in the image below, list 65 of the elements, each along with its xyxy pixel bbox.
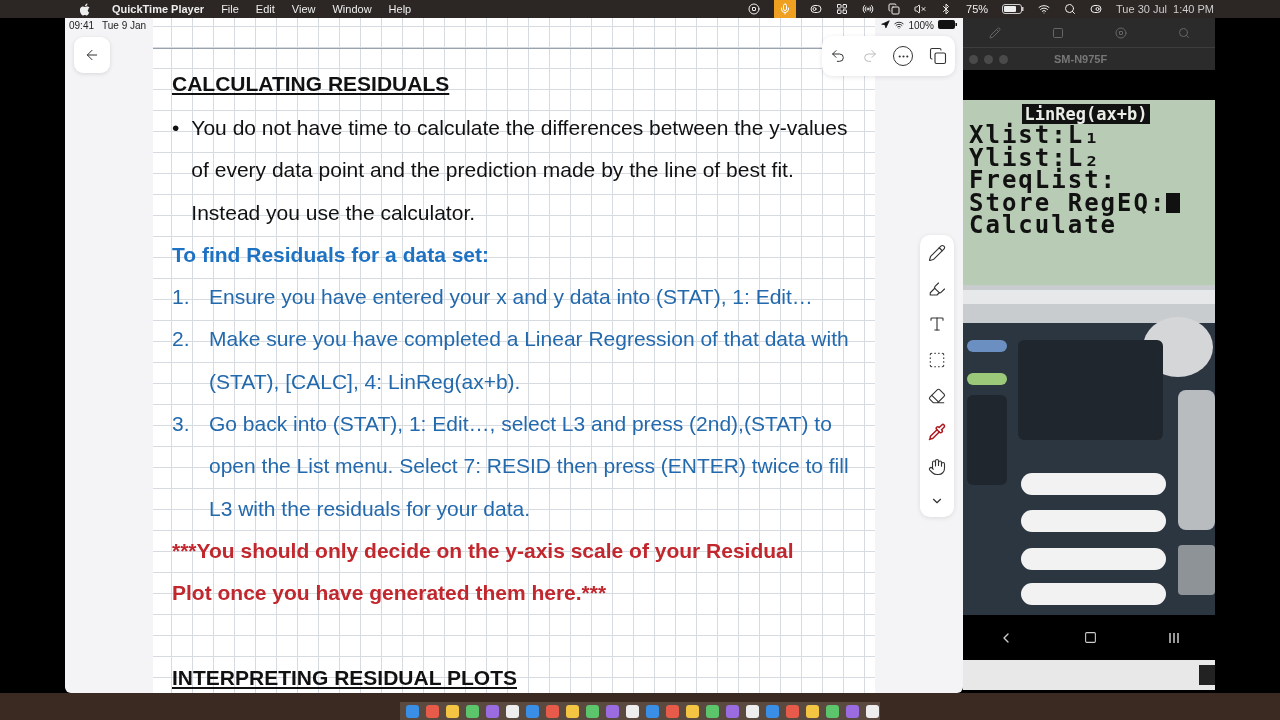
bullet-text: You do not have time to calculate the differences between the y-values of every data point and the prediction made by the line of best fit. Instead you use the calculator. <box>191 115 849 226</box>
step-number: 2. <box>172 326 191 353</box>
battery-icon <box>938 20 957 29</box>
location-icon <box>881 20 891 29</box>
search-icon <box>1064 3 1077 15</box>
dock-drawing[interactable] <box>400 702 880 720</box>
pen-icon[interactable] <box>928 243 946 262</box>
highlighter-icon[interactable] <box>928 279 946 298</box>
cursor-icon <box>1166 192 1181 213</box>
battery-percentage: 100% <box>908 20 934 31</box>
screen-line: Xlist:L₁ <box>969 124 1101 147</box>
screen-header: LinReg(ax+b) <box>1021 104 1151 124</box>
step-number: 3. <box>172 411 191 438</box>
record-icon[interactable] <box>1114 26 1127 39</box>
stop-recording-icon[interactable] <box>748 3 761 15</box>
menu-item[interactable]: View <box>291 3 316 15</box>
hand-icon[interactable] <box>928 458 946 477</box>
battery-icon <box>1002 4 1025 14</box>
section-heading: CALCULATING RESIDUALS <box>172 72 450 95</box>
menu-bar-date: Tue 30 Jul <box>1116 3 1168 15</box>
back-button[interactable] <box>74 37 110 73</box>
step-number: 1. <box>172 284 191 311</box>
warning-text: ***You should only decide on the y-axis scale of your Residual Plot once you have generated them here.*** <box>172 537 795 607</box>
app-menu[interactable]: QuickTime Player <box>112 3 205 15</box>
undo-button[interactable] <box>829 48 846 64</box>
menu-item[interactable]: Help <box>388 3 412 15</box>
windows-icon <box>888 3 901 15</box>
section-heading: INTERPRETING RESIDUAL PLOTS <box>172 665 517 689</box>
step-text: Ensure you have entered your x and y data into (STAT), 1: Edit… <box>209 284 814 311</box>
screen-line: FreqList: <box>969 169 1118 192</box>
home-nav-icon[interactable] <box>1084 631 1098 644</box>
scroll-thumb <box>1199 665 1215 685</box>
microphone-indicator[interactable] <box>774 0 797 18</box>
pages-icon <box>929 47 948 65</box>
grid-icon <box>836 3 849 15</box>
mute-icon <box>914 3 927 15</box>
wifi-icon <box>1038 3 1051 15</box>
screen-line: Ylist:L₂ <box>969 146 1101 169</box>
color-picker-icon[interactable] <box>928 422 946 441</box>
step-text: Make sure you have completed a Linear Regression of that data with (STAT), [CALC], 4: LinReg(ax+b). <box>209 326 850 395</box>
status-date: Tue 9 Jan <box>102 20 147 31</box>
menu-item[interactable]: File <box>221 3 239 15</box>
eraser-icon[interactable] <box>928 386 946 405</box>
wifi-icon <box>894 20 905 30</box>
toggle-icon <box>810 3 823 15</box>
lasso-select-icon[interactable] <box>928 351 946 370</box>
subheading: To find Residuals for a data set: <box>172 241 490 268</box>
control-center-icon <box>1090 3 1103 15</box>
pages-button[interactable] <box>929 47 948 65</box>
recents-nav-icon[interactable] <box>1167 631 1180 644</box>
window-title: SM-N975F <box>1054 53 1108 66</box>
menu-bar-time: 1:40 PM <box>1173 3 1214 15</box>
broadcast-icon <box>862 3 875 15</box>
menu-item[interactable]: Window <box>332 3 372 15</box>
screen-line: Calculate <box>969 214 1118 237</box>
microphone-icon <box>779 3 792 15</box>
battery-percentage: 75% <box>966 3 989 15</box>
undo-icon <box>829 48 846 64</box>
redo-icon <box>861 48 878 64</box>
bullet-icon: • <box>172 107 180 234</box>
step-text: Go back into (STAT), 1: Edit…, select L3 and press (2nd),(STAT) to open the List menu. Select 7: RESID then press (ENTER) twice to fill L3 with the residuals for your data. <box>209 411 850 522</box>
status-time: 09:41 <box>69 20 95 31</box>
apple-logo-icon[interactable] <box>80 2 91 16</box>
text-tool-icon[interactable] <box>928 315 946 334</box>
menu-item[interactable]: Edit <box>255 3 275 15</box>
